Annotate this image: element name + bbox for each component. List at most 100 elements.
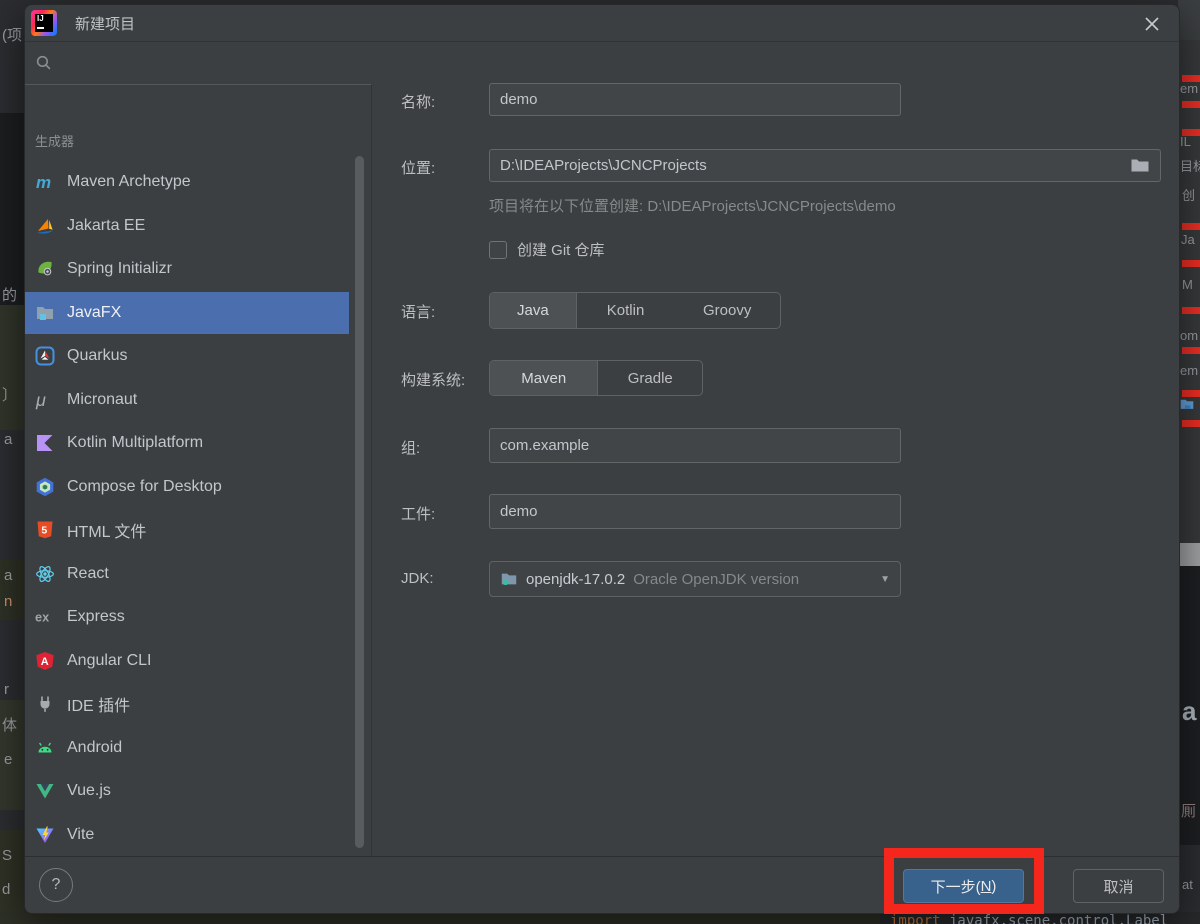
html5-icon: 5 [35, 520, 55, 540]
language-option-java[interactable]: Java [490, 293, 577, 328]
red-mark [1182, 420, 1200, 427]
kotlin-icon [35, 433, 55, 453]
git-checkbox[interactable] [489, 241, 507, 259]
cancel-button[interactable]: 取消 [1073, 869, 1164, 903]
bg-text-fragment: 创 [1182, 189, 1195, 202]
sidebar-item-label: HTML 文件 [67, 518, 146, 542]
sidebar-item-label: Micronaut [67, 391, 137, 409]
sidebar-item-label: Android [67, 739, 122, 757]
svg-text:ex: ex [35, 610, 49, 625]
bg-text-fragment: n [4, 594, 12, 609]
section-label-generators: 生成器 [35, 131, 74, 150]
artifact-label: 工件: [401, 503, 435, 524]
javafx-folder-icon [35, 303, 55, 323]
bg-text-fragment: d [2, 882, 10, 897]
jdk-label: JDK: [401, 570, 434, 587]
bg-block [1178, 0, 1200, 40]
sidebar-item-quarkus[interactable]: Quarkus [25, 335, 349, 377]
jakarta-icon [35, 216, 55, 236]
red-mark [1182, 101, 1200, 108]
red-mark [1182, 390, 1200, 397]
bg-text-fragment: (项 [2, 28, 22, 43]
bg-block [1178, 543, 1200, 566]
generator-list: 生成器 m Maven Archetype Jakarta EE Spring … [25, 85, 371, 856]
sidebar-item-label: React [67, 565, 109, 583]
bg-text-fragment: e [4, 752, 12, 767]
sidebar-item-express[interactable]: ex Express [25, 596, 349, 638]
sidebar-item-vite[interactable]: Vite [25, 814, 349, 856]
red-mark [1182, 347, 1200, 354]
sidebar-item-label: Maven Archetype [67, 173, 191, 191]
browse-folder-icon[interactable] [1130, 157, 1150, 174]
bg-block [0, 113, 24, 305]
bg-block [0, 830, 24, 912]
artifact-input[interactable]: demo [489, 494, 901, 529]
location-input[interactable]: D:\IDEAProjects\JCNCProjects [489, 149, 1161, 182]
sidebar-item-jakarta-ee[interactable]: Jakarta EE [25, 205, 349, 247]
sidebar-item-kotlin-multiplatform[interactable]: Kotlin Multiplatform [25, 422, 349, 464]
build-system-segmented: Maven Gradle [489, 360, 703, 396]
bg-text-fragment: 体 [2, 718, 17, 733]
sidebar-item-compose-for-desktop[interactable]: Compose for Desktop [25, 466, 349, 508]
sidebar-item-maven-archetype[interactable]: m Maven Archetype [25, 161, 349, 203]
bg-text-fragment: 目标 [1180, 160, 1200, 173]
intellij-logo-text: IJ [35, 14, 53, 32]
vue-icon [35, 781, 55, 801]
location-value: D:\IDEAProjects\JCNCProjects [500, 157, 1130, 174]
sidebar-item-label: Jakarta EE [67, 217, 145, 235]
build-system-label: 构建系统: [401, 369, 465, 390]
android-icon [35, 738, 55, 758]
group-label: 组: [401, 437, 420, 458]
bg-block [0, 305, 24, 430]
sidebar-item-label: Quarkus [67, 347, 127, 365]
sidebar-item-javafx[interactable]: JavaFX [25, 292, 349, 334]
quarkus-icon [35, 346, 55, 366]
chevron-down-icon: ▼ [880, 574, 890, 585]
sidebar-item-label: Vite [67, 826, 94, 844]
jdk-select[interactable]: openjdk-17.0.2 Oracle OpenJDK version ▼ [489, 561, 901, 597]
bg-text-fragment: 的 [2, 288, 17, 303]
sidebar-item-label: JavaFX [67, 304, 121, 322]
bg-text-fragment: S [2, 848, 12, 863]
help-button[interactable]: ? [39, 868, 73, 902]
close-button[interactable] [1143, 15, 1161, 33]
svg-text:μ: μ [35, 390, 46, 410]
bg-text-fragment: at [1182, 878, 1193, 891]
sidebar-item-vuejs[interactable]: Vue.js [25, 770, 349, 812]
sidebar-item-angular-cli[interactable]: A Angular CLI [25, 640, 349, 682]
bg-text-fragment: em [1180, 364, 1198, 377]
sidebar-item-android[interactable]: Android [25, 727, 349, 769]
sidebar-scrollbar[interactable] [355, 156, 364, 848]
git-checkbox-label: 创建 Git 仓库 [517, 239, 605, 260]
bg-text-fragment: em [1180, 82, 1198, 95]
close-icon [1144, 16, 1160, 32]
build-option-gradle[interactable]: Gradle [598, 361, 702, 395]
sidebar-item-ide-plugin[interactable]: IDE 插件 [25, 683, 349, 725]
vite-icon [35, 825, 55, 845]
search-icon [35, 54, 52, 71]
help-icon: ? [52, 876, 61, 894]
clipped-list-item: ⋯⋯ [59, 77, 179, 83]
sidebar-item-react[interactable]: React [25, 553, 349, 595]
sidebar-item-spring-initializr[interactable]: Spring Initializr [25, 248, 349, 290]
bg-text-fragment: a [4, 568, 12, 583]
language-option-groovy[interactable]: Groovy [674, 293, 780, 328]
jdk-detail: Oracle OpenJDK version [633, 571, 872, 588]
sidebar-item-label: IDE 插件 [67, 692, 130, 716]
bg-text-fragment: om [1180, 329, 1198, 342]
micronaut-icon: μ [35, 390, 55, 410]
code-keyword: import [890, 913, 941, 924]
sidebar-item-micronaut[interactable]: μ Micronaut [25, 379, 349, 421]
svg-text:5: 5 [41, 525, 47, 537]
sidebar-item-html-file[interactable]: 5 HTML 文件 [25, 509, 349, 551]
name-value: demo [500, 91, 538, 108]
language-option-kotlin[interactable]: Kotlin [577, 293, 675, 328]
jdk-value: openjdk-17.0.2 [526, 571, 625, 588]
name-input[interactable]: demo [489, 83, 901, 116]
location-label: 位置: [401, 157, 435, 178]
react-icon [35, 564, 55, 584]
sidebar-item-label: Angular CLI [67, 652, 152, 670]
location-hint: 项目将在以下位置创建: D:\IDEAProjects\JCNCProjects… [489, 195, 896, 216]
group-input[interactable]: com.example [489, 428, 901, 463]
build-option-maven[interactable]: Maven [490, 361, 598, 395]
